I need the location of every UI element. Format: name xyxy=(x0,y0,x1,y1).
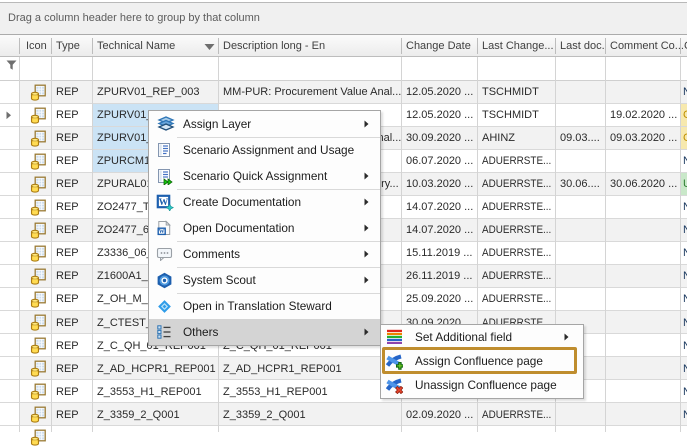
svg-text:W: W xyxy=(159,198,169,208)
svg-text:W: W xyxy=(159,229,165,235)
